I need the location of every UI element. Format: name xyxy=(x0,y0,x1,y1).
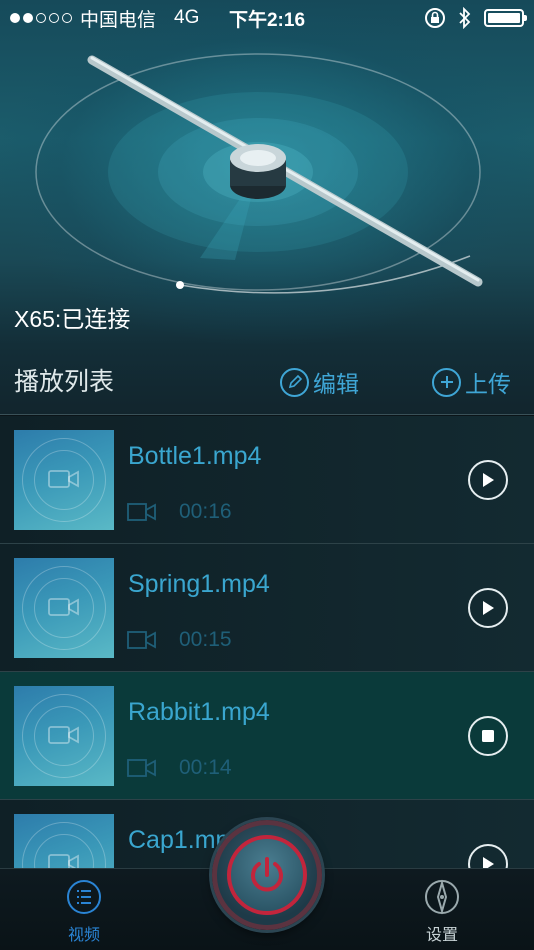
edit-button[interactable]: 编辑 xyxy=(280,365,359,399)
video-thumbnail xyxy=(14,686,114,786)
video-item[interactable]: Spring1.mp4 00:15 xyxy=(0,544,534,672)
video-camera-icon xyxy=(48,598,79,616)
power-icon xyxy=(251,857,283,892)
device-hero: X65:已连接 xyxy=(0,0,534,345)
video-name: Spring1.mp4 xyxy=(128,570,270,598)
tab-video[interactable]: 视频 xyxy=(66,879,102,945)
video-duration: 00:15 xyxy=(179,628,232,651)
play-icon xyxy=(483,601,494,615)
play-button[interactable] xyxy=(468,844,508,868)
play-icon xyxy=(483,857,494,868)
upload-label: 上传 xyxy=(465,371,511,397)
video-camera-icon xyxy=(127,759,156,777)
video-list: Bottle1.mp4 00:16 Spring1.mp4 00:15 Rabb… xyxy=(0,416,534,868)
video-duration: 00:16 xyxy=(179,500,232,523)
signal-strength-icon xyxy=(10,13,72,23)
upload-button[interactable]: 上传 xyxy=(432,365,511,399)
play-button[interactable] xyxy=(468,460,508,500)
playlist-header: 播放列表 编辑 上传 xyxy=(0,345,534,415)
list-icon xyxy=(67,880,101,914)
video-name: Bottle1.mp4 xyxy=(128,442,262,470)
status-time: 下午2:16 xyxy=(228,9,306,31)
playlist-title: 播放列表 xyxy=(14,367,115,396)
connection-status: X65:已连接 xyxy=(14,306,131,332)
video-camera-icon xyxy=(127,631,156,649)
stop-icon xyxy=(482,730,494,742)
video-name: Rabbit1.mp4 xyxy=(128,698,270,726)
play-icon xyxy=(483,473,494,487)
status-bar: 中国电信 4G 下午2:16 xyxy=(0,0,534,36)
video-camera-icon xyxy=(127,503,156,521)
bluetooth-icon xyxy=(459,7,471,29)
pencil-icon xyxy=(280,367,309,397)
video-thumbnail xyxy=(14,430,114,530)
video-item[interactable]: Bottle1.mp4 00:16 xyxy=(0,416,534,544)
network-type: 4G xyxy=(174,7,200,28)
video-camera-icon xyxy=(48,470,79,488)
edit-label: 编辑 xyxy=(313,371,359,397)
video-thumbnail xyxy=(14,558,114,658)
carrier-name: 中国电信 xyxy=(80,9,157,31)
tab-settings[interactable]: 设置 xyxy=(424,879,460,945)
video-camera-icon xyxy=(48,854,79,868)
orientation-lock-icon xyxy=(425,8,445,28)
plus-icon xyxy=(432,367,461,397)
tab-settings-label: 设置 xyxy=(425,927,458,944)
battery-icon xyxy=(484,9,527,27)
video-camera-icon xyxy=(48,726,79,744)
hologram-fan-illustration xyxy=(35,53,483,294)
tab-video-label: 视频 xyxy=(67,927,100,944)
video-duration: 00:14 xyxy=(179,756,232,779)
compass-settings-icon xyxy=(425,879,459,915)
video-item-playing[interactable]: Rabbit1.mp4 00:14 xyxy=(0,672,534,800)
power-button[interactable] xyxy=(212,820,322,930)
stop-button[interactable] xyxy=(468,716,508,756)
video-thumbnail xyxy=(14,814,114,868)
play-button[interactable] xyxy=(468,588,508,628)
